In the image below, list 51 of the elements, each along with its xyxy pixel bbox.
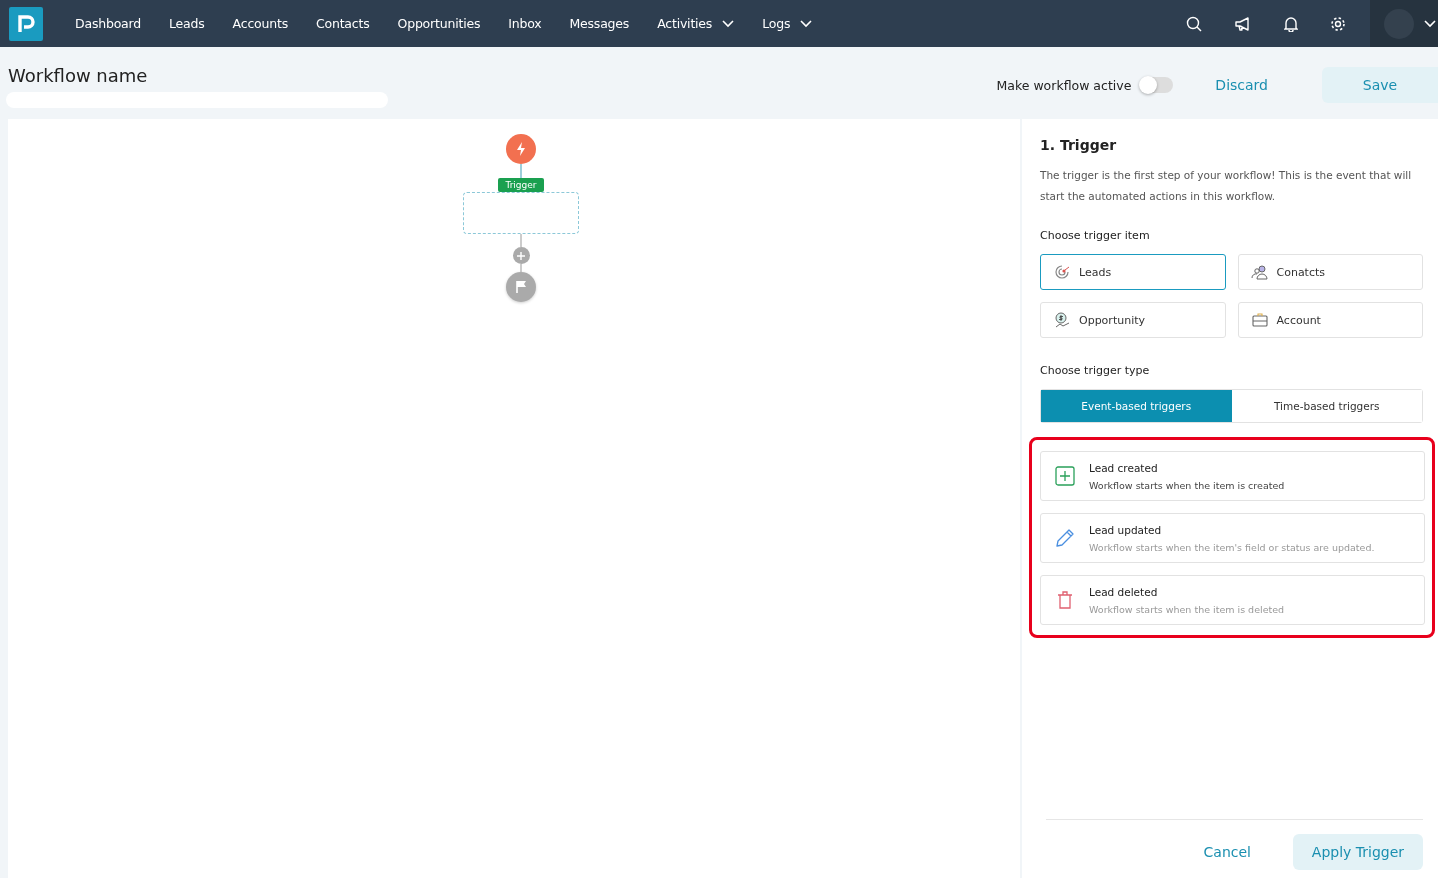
megaphone-icon[interactable]: [1234, 15, 1252, 32]
trigger-type-tab[interactable]: Event-based triggers: [1041, 390, 1232, 422]
nav-link[interactable]: Logs: [748, 16, 827, 31]
flag-icon[interactable]: [506, 272, 536, 302]
people-icon: [1250, 263, 1269, 281]
trigger-event-card[interactable]: Lead created Workflow starts when the item is created: [1040, 451, 1425, 501]
search-icon[interactable]: [1186, 15, 1202, 32]
pencil-icon: [1055, 528, 1075, 548]
trash-icon: [1055, 590, 1075, 610]
workflow-title: Workflow name: [8, 65, 149, 86]
lightning-icon[interactable]: [506, 134, 536, 164]
nav-link[interactable]: Opportunities: [383, 16, 495, 31]
caret-icon: [800, 19, 813, 28]
event-description: Workflow starts when the item is deleted: [1089, 603, 1285, 615]
section-heading: Choose trigger item: [1040, 229, 1151, 242]
caret-icon[interactable]: [1424, 19, 1436, 28]
event-title: Lead created: [1089, 461, 1159, 474]
nav-link[interactable]: Activities: [643, 16, 749, 31]
panel-description: The trigger is the first step of your workflow! This is the event that will start the automated actions in this workflow.: [1040, 168, 1413, 204]
event-description: Workflow starts when the item is created: [1089, 479, 1285, 491]
plus-square-icon: [1055, 466, 1075, 486]
trigger-item-option[interactable]: Conatcts: [1237, 254, 1423, 290]
nav-link[interactable]: Dashboard: [61, 16, 156, 31]
trigger-event-card[interactable]: Lead updated Workflow starts when the item's field or status are updated.: [1040, 513, 1425, 563]
nav-link[interactable]: Contacts: [301, 16, 384, 31]
panel-title: 1. Trigger: [1040, 137, 1118, 153]
active-toggle[interactable]: [1141, 77, 1174, 93]
add-step-icon[interactable]: [512, 247, 530, 264]
nav-link[interactable]: Inbox: [494, 16, 556, 31]
coin-icon: [1053, 311, 1071, 329]
settings-icon[interactable]: [1330, 15, 1346, 32]
event-description: Workflow starts when the item's field or status are updated.: [1089, 541, 1375, 553]
briefcase-icon: [1250, 311, 1269, 329]
cancel-button[interactable]: Cancel: [1187, 838, 1267, 866]
trigger-node[interactable]: [463, 192, 579, 234]
bell-icon[interactable]: [1284, 15, 1298, 32]
nav-link[interactable]: Accounts: [218, 16, 302, 31]
caret-icon: [722, 19, 735, 28]
target-icon: [1053, 263, 1071, 281]
trigger-event-card[interactable]: Lead deleted Workflow starts when the item is deleted: [1040, 575, 1425, 625]
nav-link[interactable]: Leads: [155, 16, 219, 31]
nav-link[interactable]: Messages: [555, 16, 644, 31]
trigger-item-option[interactable]: Account: [1237, 302, 1423, 338]
toggle-label: Make workflow active: [996, 77, 1132, 93]
section-heading: Choose trigger type: [1040, 364, 1151, 377]
trigger-item-option[interactable]: Opportunity: [1040, 302, 1226, 338]
event-title: Lead deleted: [1089, 585, 1159, 598]
trigger-item-option[interactable]: Leads: [1040, 254, 1226, 290]
app-logo-icon[interactable]: [9, 6, 43, 41]
event-title: Lead updated: [1089, 523, 1163, 536]
trigger-badge: Trigger: [498, 178, 544, 192]
